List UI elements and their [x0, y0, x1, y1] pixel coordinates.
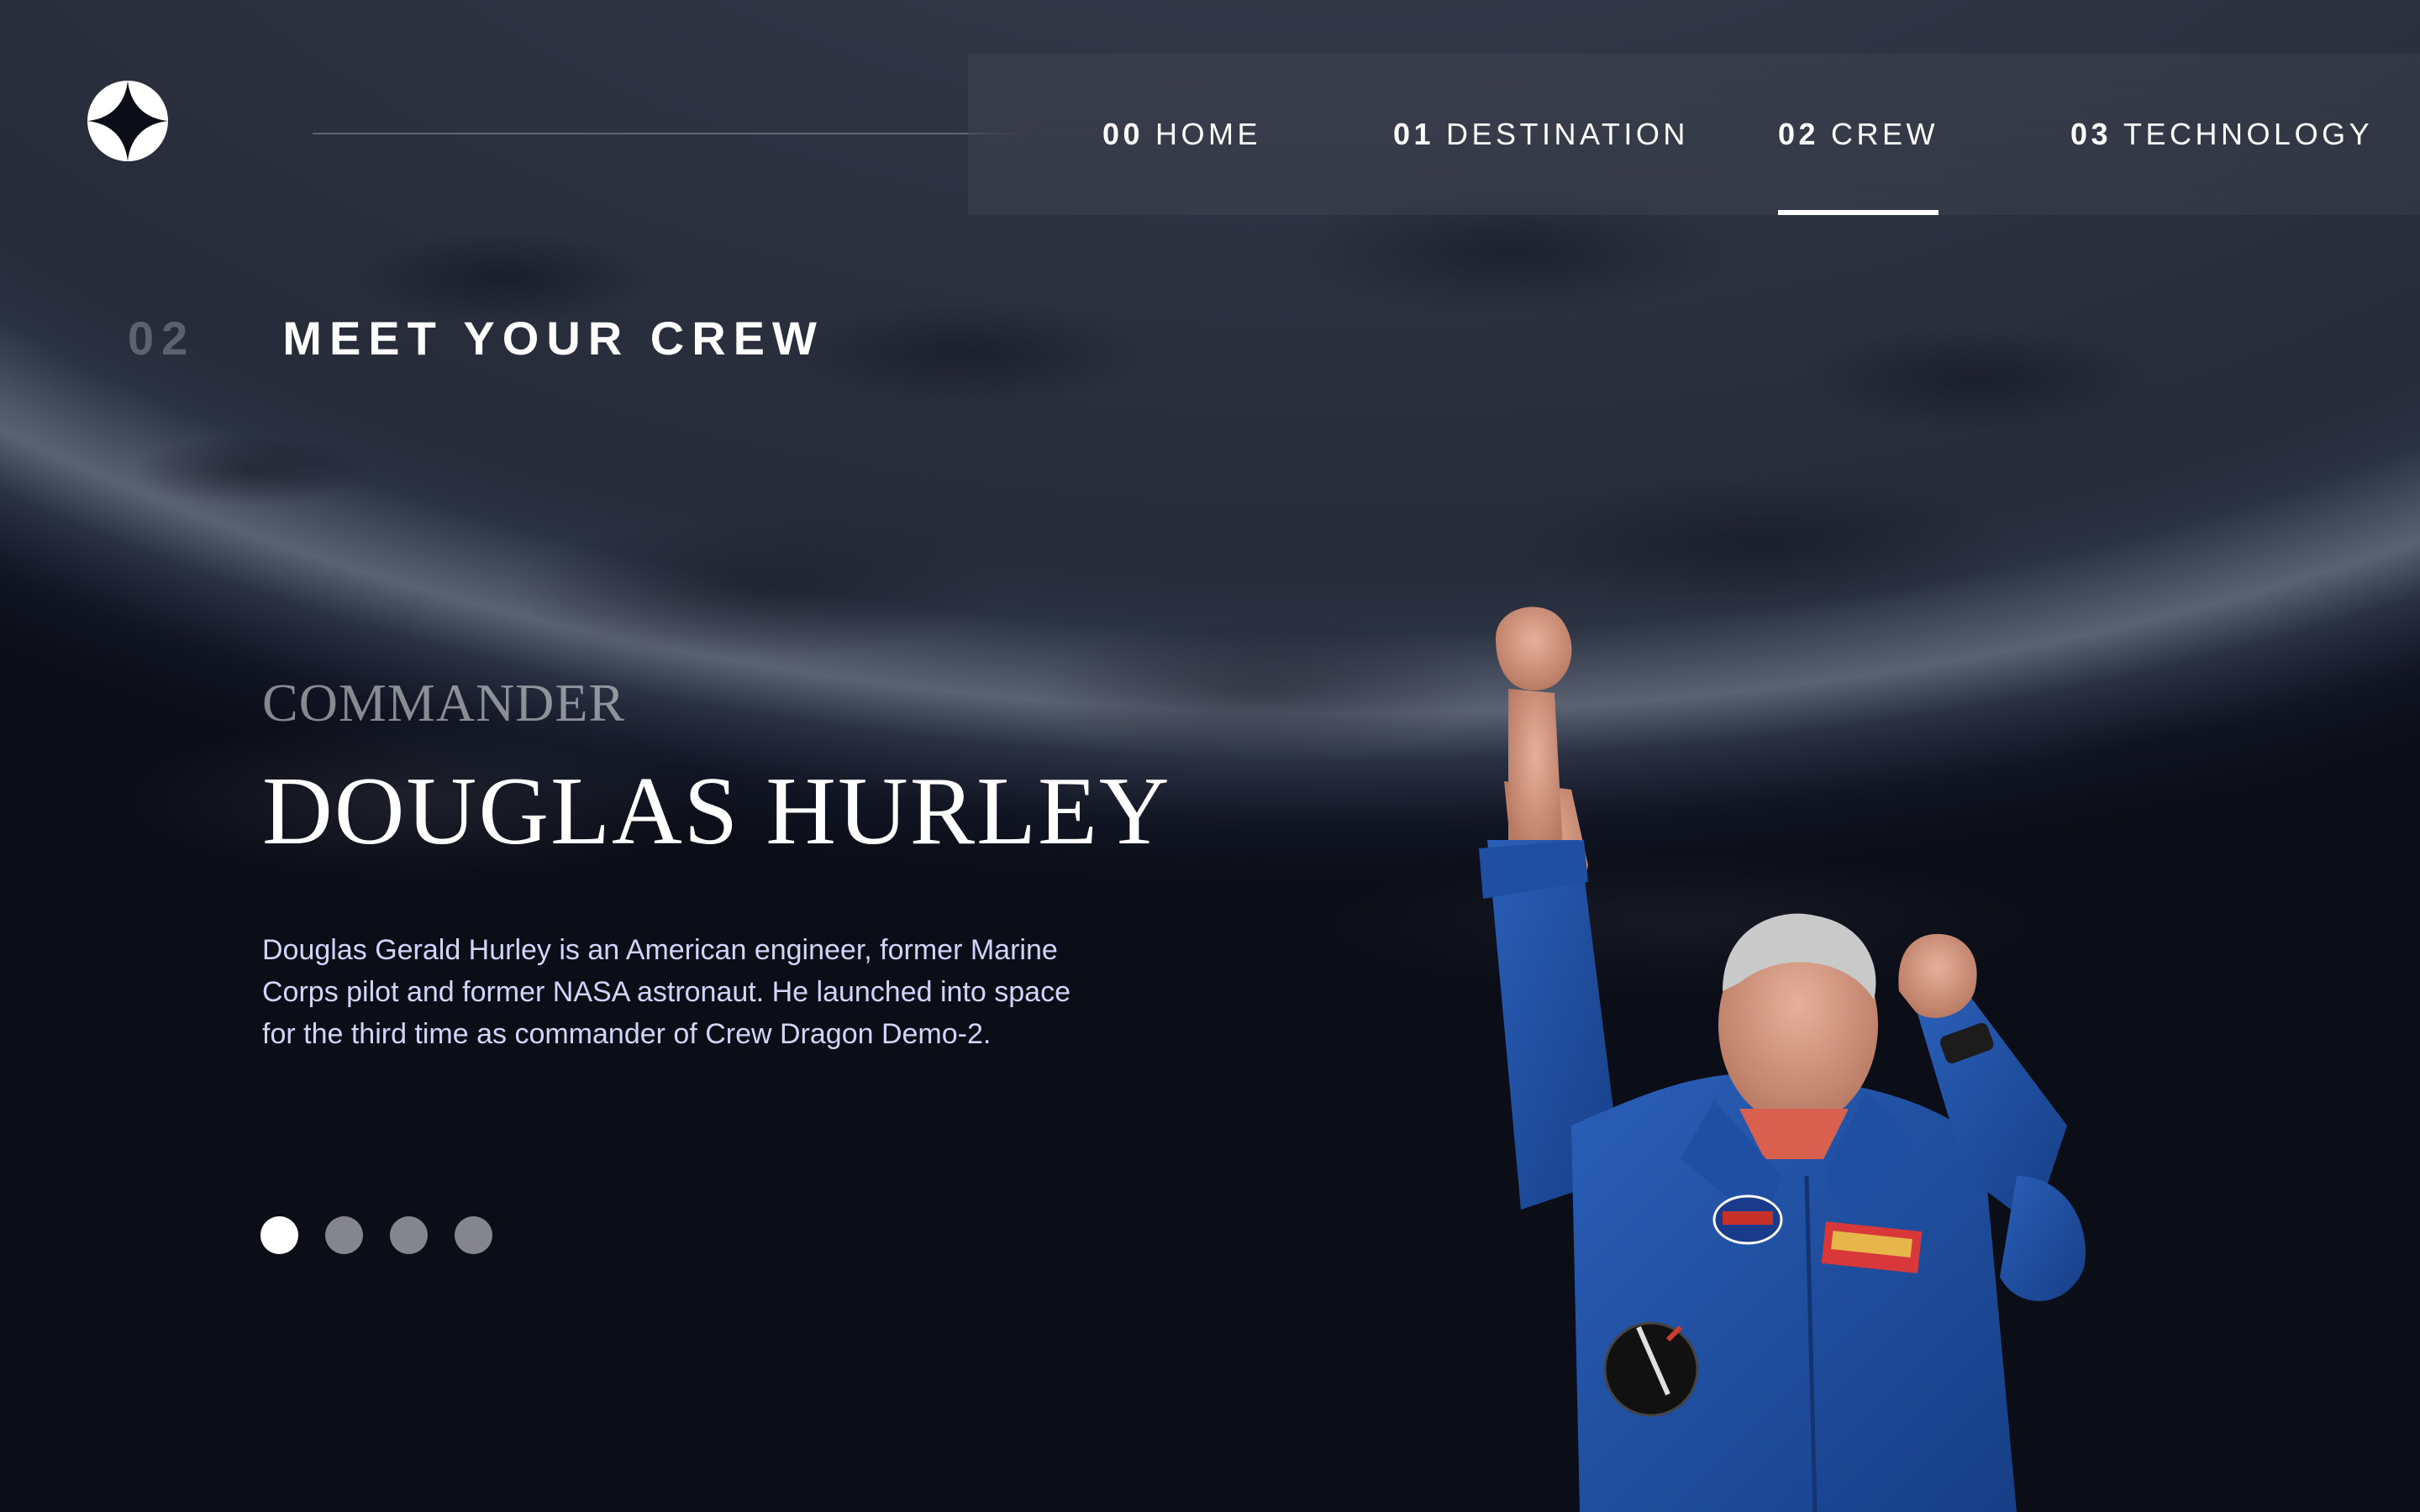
crew-role: Commander — [262, 673, 626, 732]
main-nav: 00 HOME 01 DESTINATION 02 CREW 03 TECHNO… — [968, 54, 2420, 215]
slide-dot-4[interactable] — [455, 1216, 492, 1254]
section-title: MEET YOUR CREW — [282, 312, 824, 365]
nav-number: 02 — [1778, 117, 1820, 151]
crew-bio: Douglas Gerald Hurley is an American eng… — [262, 934, 1071, 1050]
crew-portrait-image — [1479, 606, 2086, 1512]
crew-name: Douglas Hurley — [262, 758, 1171, 865]
header-divider — [313, 133, 1020, 134]
section-heading: 02 MEET YOUR CREW — [128, 311, 824, 365]
nav-label: DESTINATION — [1446, 117, 1689, 151]
section-number: 02 — [128, 312, 196, 365]
slide-dot-1[interactable] — [260, 1216, 298, 1254]
logo-star-icon[interactable] — [87, 81, 168, 161]
nav-number: 01 — [1393, 117, 1435, 151]
nav-number: 00 — [1102, 117, 1144, 151]
nav-label: HOME — [1155, 117, 1262, 151]
nav-item-destination[interactable]: 01 DESTINATION — [1393, 54, 1689, 215]
slide-dot-3[interactable] — [390, 1216, 428, 1254]
crew-page: 00 HOME 01 DESTINATION 02 CREW 03 TECHNO… — [0, 0, 2420, 1512]
nav-number: 03 — [2070, 117, 2112, 151]
nav-label: CREW — [1831, 117, 1939, 151]
slide-dot-2[interactable] — [325, 1216, 363, 1254]
nav-item-technology[interactable]: 03 TECHNOLOGY — [2070, 54, 2373, 215]
nav-label: TECHNOLOGY — [2123, 117, 2374, 151]
nav-item-home[interactable]: 00 HOME — [1102, 54, 1261, 215]
slide-indicator — [260, 1216, 492, 1254]
nav-item-crew[interactable]: 02 CREW — [1778, 54, 1939, 215]
